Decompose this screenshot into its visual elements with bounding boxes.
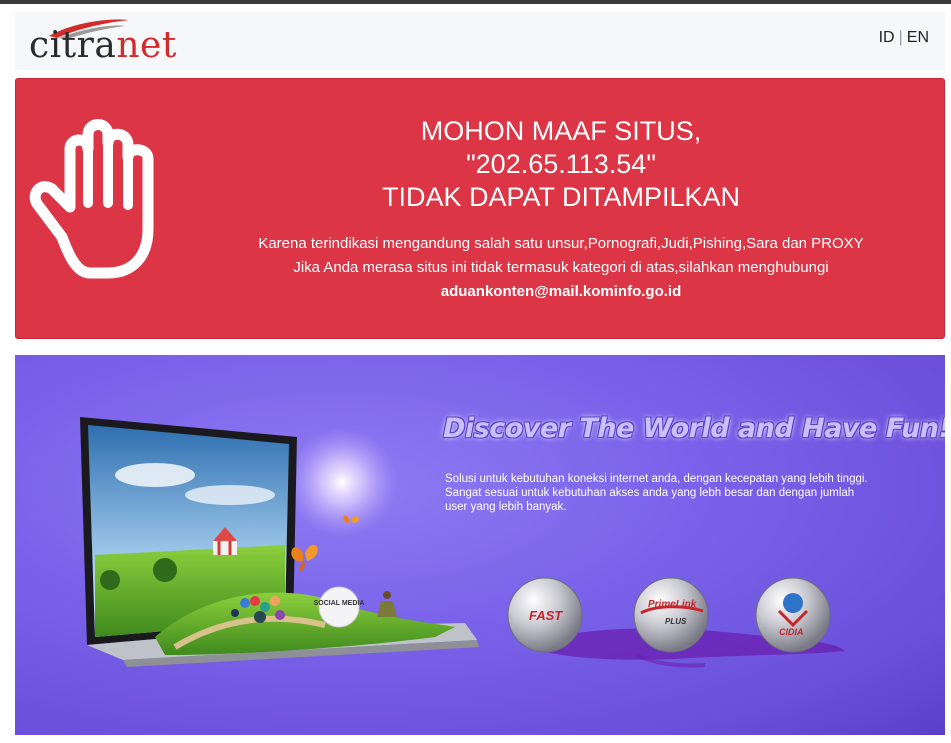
primelink-plus-icon [633,577,709,653]
banner-tagline: Discover The World and Have Fun! [443,413,945,444]
site-header: citranet ID | EN [15,12,945,70]
lang-id-link[interactable]: ID [879,29,895,46]
language-switcher: ID | EN [879,29,929,47]
cidia-globe-icon [755,577,831,653]
light-glow [287,427,397,537]
top-border [0,0,951,4]
social-media-ball-icon [318,586,360,628]
warning-title: MOHON MAAF SITUS, "202.65.113.54" TIDAK … [346,115,776,214]
banner-description-line3: user yang lebih banyak. [445,501,567,513]
warning-title-line3: TIDAK DAPAT DITAMPILKAN [381,182,741,212]
promo-banner[interactable]: SOCIAL MEDIA Discover The World and Have… [15,355,945,735]
lang-en-link[interactable]: EN [907,29,929,46]
banner-illustration: SOCIAL MEDIA [80,417,845,668]
social-media-label: SOCIAL MEDIA [314,600,365,607]
warning-title-line1: MOHON MAAF SITUS, [420,116,702,146]
cidia-product-label[interactable]: CIDIA [779,627,804,637]
logo-text-citra: citra [29,25,117,66]
blocked-site-warning: MOHON MAAF SITUS, "202.65.113.54" TIDAK … [15,78,945,339]
butterfly-icon [291,544,318,572]
stop-hand-icon [29,119,154,279]
warning-reason-text: Karena terindikasi mengandung salah satu… [258,235,864,252]
citranet-logo[interactable]: citranet [29,16,199,66]
blocked-address: "202.65.113.54" [466,149,656,179]
banner-description-line1: Solusi untuk kebutuhan koneksi internet … [445,473,868,485]
banner-description-line2: Sangat sesuai untuk kebutuhan akses anda… [445,487,855,499]
warning-body: Karena terindikasi mengandung salah satu… [216,232,906,304]
laptop-icon [80,417,479,667]
primelink-label[interactable]: PrimeLink [648,599,696,610]
fast-product-label[interactable]: FAST [529,608,562,623]
warning-contact-text: Jika Anda merasa situs ini tidak termasu… [293,259,829,276]
complaint-email[interactable]: aduankonten@mail.kominfo.go.id [216,280,906,304]
person-figure [383,591,391,599]
banner-description: Solusi untuk kebutuhan koneksi internet … [445,472,915,514]
logo-text-net: net [116,25,177,66]
lang-separator: | [898,29,903,46]
logo-wordmark: citranet [29,26,177,66]
primelink-plus-label: PLUS [665,617,687,626]
